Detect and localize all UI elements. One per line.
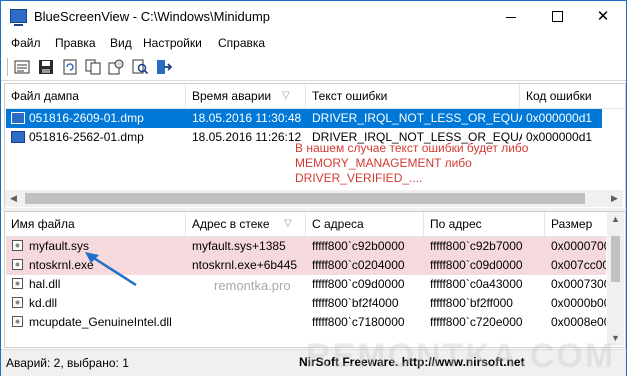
column-size[interactable]: Размер bbox=[545, 212, 607, 236]
advanced-options-icon[interactable] bbox=[107, 58, 125, 76]
module-stack-address bbox=[192, 313, 307, 332]
dump-row-1[interactable]: 051816-2609-01.dmp 18.05.2016 11:30:48 D… bbox=[6, 109, 602, 128]
module-file-name: mcupdate_GenuineIntel.dll bbox=[29, 315, 172, 329]
module-stack-address bbox=[192, 294, 307, 313]
module-from-address: fffff800`c0204000 bbox=[312, 258, 405, 272]
status-count: Аварий: 2, выбрано: 1 bbox=[6, 356, 129, 370]
column-to-address[interactable]: По адрес bbox=[424, 212, 545, 236]
scrollbar-thumb[interactable] bbox=[611, 236, 620, 282]
watermark-small: remontka.pro bbox=[214, 278, 291, 293]
dump-file-name: 051816-2562-01.dmp bbox=[29, 130, 144, 144]
toolbar-separator bbox=[7, 58, 8, 76]
module-to-address: fffff800`c0a43000 bbox=[430, 277, 523, 291]
module-size: 0x0000b000 bbox=[551, 296, 606, 310]
module-file-name: kd.dll bbox=[29, 296, 58, 310]
driver-file-icon bbox=[12, 316, 23, 327]
menu-file[interactable]: Файл bbox=[11, 36, 41, 50]
column-stack-address[interactable]: Адрес в стеке ▽ bbox=[186, 212, 306, 236]
watermark-large: REMONTKA.COM bbox=[306, 337, 616, 375]
annotation-arrow-icon bbox=[85, 252, 137, 287]
title-bar[interactable]: BlueScreenView - C:\Windows\Minidump ✕ bbox=[1, 1, 626, 32]
column-error-text[interactable]: Текст ошибки bbox=[306, 84, 520, 108]
module-to-address: fffff800`c720e000 bbox=[430, 315, 523, 329]
dump-error-text: DRIVER_IRQL_NOT_LESS_OR_EQUAL bbox=[312, 111, 522, 125]
column-crash-time-label: Время аварии bbox=[192, 89, 272, 103]
module-size: 0x0008e000 bbox=[551, 315, 606, 329]
menu-help[interactable]: Справка bbox=[218, 36, 265, 50]
window-title: BlueScreenView - C:\Windows\Minidump bbox=[34, 9, 271, 24]
module-stack-address: ntoskrnl.exe+6b445 bbox=[192, 258, 298, 272]
driver-file-icon bbox=[12, 259, 23, 270]
app-window: BlueScreenView - C:\Windows\Minidump ✕ Ф… bbox=[0, 0, 627, 376]
exit-icon[interactable] bbox=[154, 58, 172, 76]
properties-icon[interactable] bbox=[13, 58, 31, 76]
close-button[interactable]: ✕ bbox=[580, 1, 626, 32]
driver-file-icon bbox=[12, 278, 23, 289]
refresh-icon[interactable] bbox=[61, 58, 79, 76]
dump-error-code: 0x000000d1 bbox=[526, 130, 593, 144]
module-list-vertical-scrollbar[interactable]: ▲ ▼ bbox=[607, 212, 624, 346]
annotation-line-3: DRIVER_VERIFIED_.... bbox=[295, 171, 423, 185]
column-from-address[interactable]: С адреса bbox=[306, 212, 424, 236]
save-icon[interactable] bbox=[37, 58, 55, 76]
module-list-header: Имя файла Адрес в стеке ▽ С адреса По ад… bbox=[5, 212, 607, 237]
menu-settings[interactable]: Настройки bbox=[143, 36, 202, 50]
scrollbar-thumb[interactable] bbox=[25, 193, 585, 204]
module-from-address: fffff800`c7180000 bbox=[312, 315, 405, 329]
module-size: 0x007cc000 bbox=[551, 258, 606, 272]
copy-icon[interactable] bbox=[84, 58, 102, 76]
search-icon[interactable] bbox=[131, 58, 149, 76]
dump-list-horizontal-scrollbar[interactable]: ◀ ▶ bbox=[5, 190, 623, 207]
module-size: 0x00007000 bbox=[551, 239, 606, 253]
toolbar bbox=[1, 54, 626, 81]
column-file-name[interactable]: Имя файла bbox=[5, 212, 186, 236]
dump-list-header: Файл дампа Время аварии ▽ Текст ошибки К… bbox=[5, 84, 625, 109]
annotation-line-1: В нашем случае текст ошибки будет либо bbox=[295, 141, 529, 155]
module-to-address: fffff800`c92b7000 bbox=[430, 239, 523, 253]
annotation-note: В нашем случае текст ошибки будет либо M… bbox=[295, 141, 528, 186]
module-stack-address: myfault.sys+1385 bbox=[192, 239, 286, 253]
dump-file-icon bbox=[11, 131, 25, 143]
module-to-address: fffff800`c09d0000 bbox=[430, 258, 523, 272]
maximize-button[interactable] bbox=[534, 1, 580, 32]
sort-indicator-icon: ▽ bbox=[282, 90, 290, 101]
dump-file-name: 051816-2609-01.dmp bbox=[29, 111, 144, 125]
dump-file-icon bbox=[11, 112, 25, 124]
module-from-address: fffff800`c09d0000 bbox=[312, 277, 405, 291]
minimize-button[interactable] bbox=[488, 1, 534, 32]
column-crash-time[interactable]: Время аварии ▽ bbox=[186, 84, 306, 108]
column-dump-file[interactable]: Файл дампа bbox=[5, 84, 186, 108]
sort-indicator-icon: ▽ bbox=[284, 218, 292, 229]
module-row-4[interactable]: kd.dll fffff800`bf2f4000 fffff800`bf2ff0… bbox=[6, 294, 606, 313]
module-row-5[interactable]: mcupdate_GenuineIntel.dll fffff800`c7180… bbox=[6, 313, 606, 332]
scroll-right-icon[interactable]: ▶ bbox=[606, 190, 623, 207]
scroll-left-icon[interactable]: ◀ bbox=[5, 190, 22, 207]
module-size: 0x00073000 bbox=[551, 277, 606, 291]
scroll-up-icon[interactable]: ▲ bbox=[607, 212, 624, 227]
dump-error-code: 0x000000d1 bbox=[526, 111, 593, 125]
driver-file-icon bbox=[12, 240, 23, 251]
dump-crash-time: 18.05.2016 11:26:12 bbox=[192, 130, 302, 144]
menu-bar: Файл Правка Вид Настройки Справка bbox=[1, 32, 626, 54]
module-to-address: fffff800`bf2ff000 bbox=[430, 296, 513, 310]
menu-edit[interactable]: Правка bbox=[55, 36, 96, 50]
column-error-code[interactable]: Код ошибки bbox=[520, 84, 625, 108]
dump-crash-time: 18.05.2016 11:30:48 bbox=[192, 111, 302, 125]
driver-file-icon bbox=[12, 297, 23, 308]
column-stack-address-label: Адрес в стеке bbox=[192, 217, 270, 231]
menu-view[interactable]: Вид bbox=[110, 36, 132, 50]
bluescreenview-app-icon bbox=[10, 9, 27, 26]
module-from-address: fffff800`bf2f4000 bbox=[312, 296, 399, 310]
module-from-address: fffff800`c92b0000 bbox=[312, 239, 405, 253]
annotation-line-2: MEMORY_MANAGEMENT либо bbox=[295, 156, 472, 170]
